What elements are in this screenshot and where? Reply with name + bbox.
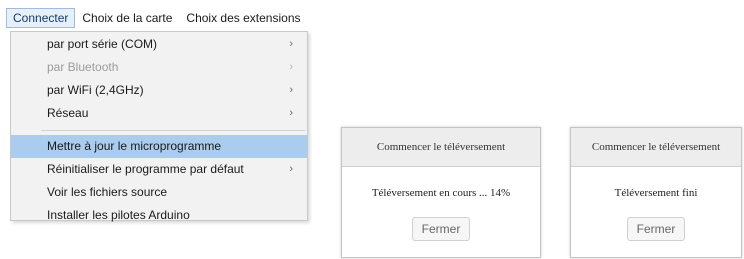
chevron-right-icon: › — [289, 84, 293, 96]
dialog-title: Commencer le téléversement — [571, 128, 741, 167]
chevron-right-icon: › — [289, 38, 293, 50]
menu-item-label: Voir les fichiers source — [47, 185, 168, 199]
connecter-dropdown-menu: par port série (COM) › par Bluetooth › p… — [10, 31, 308, 222]
upload-progress-dialog: Commencer le téléversement Téléversement… — [341, 127, 541, 258]
close-button[interactable]: Fermer — [412, 217, 470, 241]
menu-item-bluetooth: par Bluetooth › — [11, 56, 307, 79]
menu-choix-de-la-carte[interactable]: Choix de la carte — [75, 8, 179, 28]
menu-item-label: Réseau — [47, 106, 89, 120]
upload-finished-dialog: Commencer le téléversement Téléversement… — [570, 127, 742, 258]
dialog-message: Téléversement fini — [614, 187, 698, 199]
menu-item-label: Mettre à jour le microprogramme — [47, 139, 222, 153]
menu-item-wifi[interactable]: par WiFi (2,4GHz) › — [11, 79, 307, 102]
menu-item-label: par WiFi (2,4GHz) — [47, 83, 144, 97]
menu-item-reset-default-program[interactable]: Réinitialiser le programme par défaut › — [11, 158, 307, 181]
menu-item-port-serie[interactable]: par port série (COM) › — [11, 33, 307, 56]
menu-bar: Connecter Choix de la carte Choix des ex… — [6, 6, 312, 30]
menu-item-reseau[interactable]: Réseau › — [11, 102, 307, 125]
menu-item-update-firmware[interactable]: Mettre à jour le microprogramme — [11, 135, 307, 158]
chevron-right-icon: › — [289, 107, 293, 119]
chevron-right-icon: › — [289, 61, 293, 73]
menu-separator — [41, 130, 305, 131]
menu-item-view-source-files[interactable]: Voir les fichiers source — [11, 181, 307, 204]
menu-choix-des-extensions[interactable]: Choix des extensions — [179, 8, 307, 28]
menu-item-label: par Bluetooth — [47, 60, 119, 74]
menu-item-install-arduino-drivers[interactable]: Installer les pilotes Arduino — [11, 204, 307, 227]
menu-item-label: par port série (COM) — [47, 37, 158, 51]
menu-connecter[interactable]: Connecter — [6, 8, 76, 28]
menu-item-label: Réinitialiser le programme par défaut — [47, 162, 244, 176]
chevron-right-icon: › — [289, 163, 293, 175]
dialog-title: Commencer le téléversement — [342, 128, 540, 167]
menu-item-label: Installer les pilotes Arduino — [47, 208, 190, 222]
close-button[interactable]: Fermer — [627, 217, 685, 241]
dialog-message: Téléversement en cours ... 14% — [371, 187, 511, 199]
